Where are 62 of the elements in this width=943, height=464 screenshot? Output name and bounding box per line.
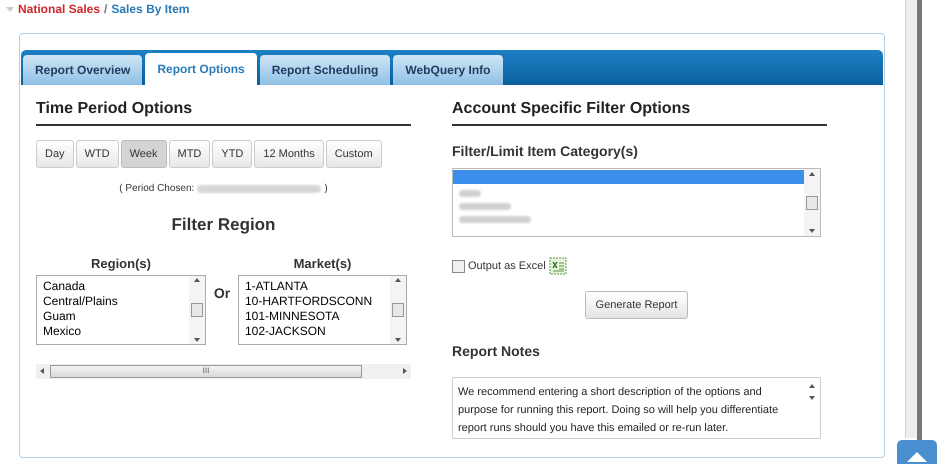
scroll-thumb[interactable] bbox=[392, 302, 404, 316]
spreadsheet-icon bbox=[548, 257, 567, 275]
period-button[interactable]: MTD bbox=[168, 140, 210, 168]
category-label: Filter/Limit Item Category(s) bbox=[452, 142, 639, 161]
scrollbar[interactable] bbox=[189, 276, 205, 344]
tab[interactable]: Report Overview bbox=[23, 55, 142, 85]
scroll-up-arrow-icon[interactable] bbox=[194, 278, 200, 282]
scroll-left-arrow-icon[interactable] bbox=[40, 368, 44, 374]
tab[interactable]: Report Scheduling bbox=[260, 55, 390, 85]
scroll-down-arrow-icon[interactable] bbox=[395, 338, 401, 342]
list-box[interactable]: 1-ATLANTA 10-HARTFORDSCONN 101-MINNESOTA 102-JACKSON bbox=[238, 274, 407, 344]
breadcrumb-link[interactable]: National Sales bbox=[18, 0, 100, 18]
list-option[interactable]: Guam bbox=[43, 308, 189, 324]
chevron-up-icon bbox=[907, 450, 927, 462]
or-label: Or bbox=[212, 284, 232, 302]
category-list[interactable] bbox=[452, 168, 821, 237]
list-box[interactable]: Canada Central/Plains Guam Mexico bbox=[36, 274, 206, 344]
scrollbar[interactable] bbox=[804, 169, 820, 236]
scroll-up-arrow-icon[interactable] bbox=[809, 384, 815, 388]
period-button[interactable]: Custom bbox=[326, 140, 382, 168]
scroll-thumb[interactable] bbox=[806, 196, 818, 210]
breadcrumb-separator: / bbox=[104, 1, 108, 18]
list-option[interactable]: Canada bbox=[43, 278, 189, 294]
section-heading: Account Specific Filter Options bbox=[452, 97, 827, 126]
list-option[interactable]: 1-ATLANTA bbox=[245, 278, 390, 294]
filter-region-title: Filter Region bbox=[170, 214, 276, 236]
list-option[interactable]: Central/Plains bbox=[43, 294, 189, 308]
notes-textarea[interactable]: We recommend entering a short description of the options and purpose for running this report. Doing so will help you differentiate report runs should you have this emailed or re-run later. bbox=[452, 377, 821, 439]
tab[interactable]: Report Options bbox=[145, 53, 257, 85]
period-button[interactable]: Week bbox=[120, 140, 167, 168]
page-scrollbar[interactable] bbox=[905, 0, 917, 438]
list-option[interactable]: Mexico bbox=[43, 324, 189, 338]
back-to-top-button[interactable] bbox=[897, 440, 937, 464]
scroll-right-arrow-icon[interactable] bbox=[403, 368, 407, 374]
period-button[interactable]: 12 Months bbox=[254, 140, 324, 168]
report-notes-heading: Report Notes bbox=[452, 342, 541, 361]
period-button[interactable]: Day bbox=[36, 140, 74, 168]
scroll-up-arrow-icon[interactable] bbox=[395, 278, 401, 282]
section-heading: Time Period Options bbox=[36, 97, 411, 126]
breadcrumb-current: Sales By Item bbox=[111, 1, 190, 18]
scroll-down-arrow-icon[interactable] bbox=[809, 229, 815, 233]
list-option[interactable]: 10-HARTFORDSCONN bbox=[245, 294, 390, 308]
excel-label: Output as Excel bbox=[468, 258, 546, 274]
generate-report-button[interactable]: Generate Report bbox=[584, 291, 688, 319]
list-option[interactable]: 101-MINNESOTA bbox=[245, 308, 390, 324]
scroll-thumb[interactable]: III bbox=[50, 364, 362, 378]
scroll-thumb[interactable] bbox=[191, 302, 203, 316]
horizontal-scrollbar[interactable]: III bbox=[36, 364, 411, 378]
scroll-down-arrow-icon[interactable] bbox=[194, 338, 200, 342]
list-option[interactable]: 102-JACKSON bbox=[245, 324, 390, 338]
period-chosen-close: ) bbox=[324, 182, 328, 196]
list-label: Market(s) bbox=[294, 254, 352, 272]
scroll-down-arrow-icon[interactable] bbox=[809, 396, 815, 400]
period-chosen-label: ( Period Chosen: bbox=[119, 182, 194, 196]
tab[interactable]: WebQuery Info bbox=[393, 55, 502, 85]
period-button[interactable]: YTD bbox=[212, 140, 252, 168]
period-button[interactable]: WTD bbox=[76, 140, 119, 168]
scroll-up-arrow-icon[interactable] bbox=[809, 172, 815, 176]
notes-text: We recommend entering a short description of the options and purpose for running this report. Doing so will help you differentiate report runs should you have this emailed or re-run later. bbox=[457, 385, 780, 436]
scrollbar[interactable] bbox=[390, 276, 406, 344]
list-label: Region(s) bbox=[91, 254, 151, 272]
excel-checkbox[interactable] bbox=[452, 260, 465, 272]
